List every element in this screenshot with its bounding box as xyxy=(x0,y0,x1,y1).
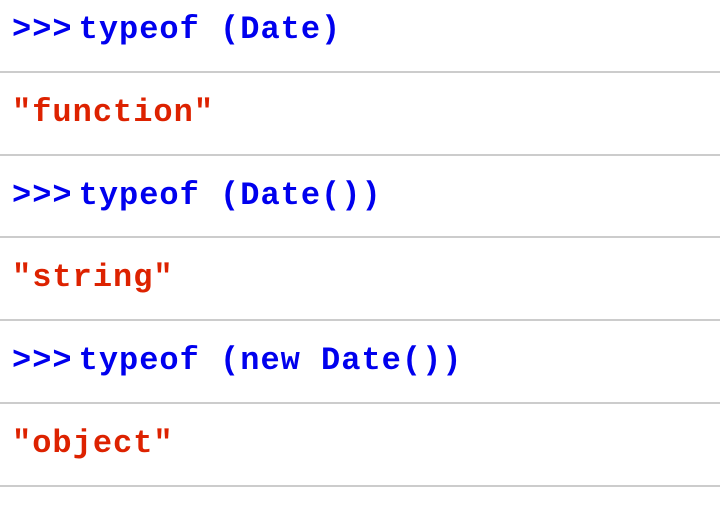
output-value: "string" xyxy=(12,259,174,296)
prompt-marker: >>> xyxy=(12,342,73,379)
input-code: typeof (Date) xyxy=(79,11,342,48)
console-output-line: "object" xyxy=(0,404,720,487)
console-output: >>>typeof (Date) "function" >>>typeof (D… xyxy=(0,0,720,487)
console-input-line: >>>typeof (Date()) xyxy=(0,156,720,239)
console-output-line: "function" xyxy=(0,73,720,156)
console-input-line: >>>typeof (Date) xyxy=(0,0,720,73)
output-value: "object" xyxy=(12,425,174,462)
console-input-line: >>>typeof (new Date()) xyxy=(0,321,720,404)
input-code: typeof (Date()) xyxy=(79,177,382,214)
prompt-marker: >>> xyxy=(12,11,73,48)
output-value: "function" xyxy=(12,94,214,131)
prompt-marker: >>> xyxy=(12,177,73,214)
input-code: typeof (new Date()) xyxy=(79,342,463,379)
console-output-line: "string" xyxy=(0,238,720,321)
